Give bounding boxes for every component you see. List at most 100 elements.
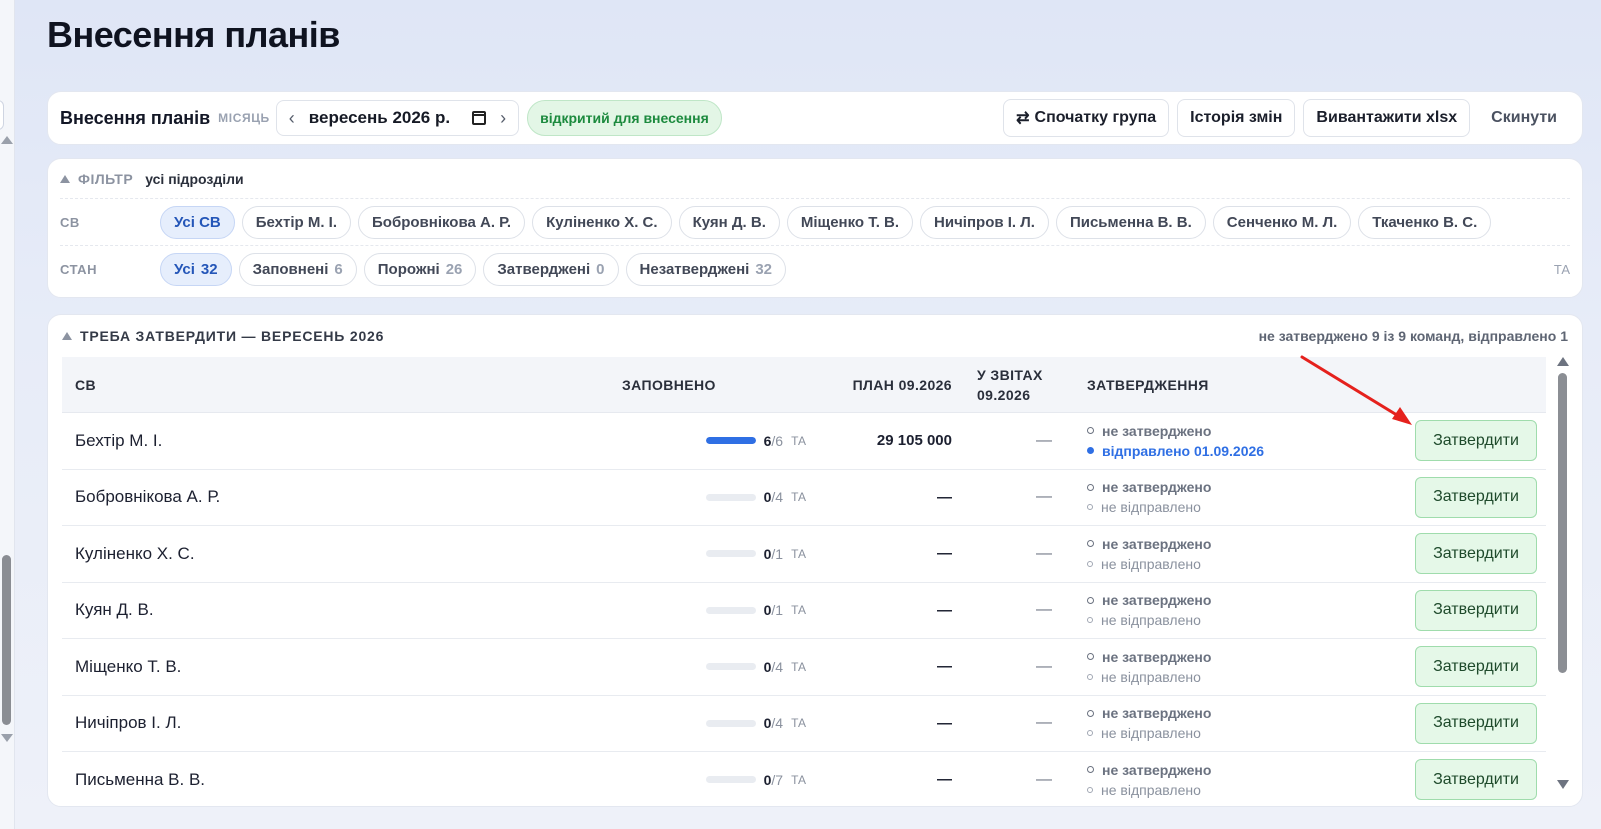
sv-chip[interactable]: Письменна В. В. bbox=[1055, 205, 1206, 239]
scroll-up-arrow-icon[interactable] bbox=[1, 136, 13, 144]
reset-button[interactable]: Скинути bbox=[1478, 99, 1570, 137]
sent-line: не відправлено bbox=[1087, 499, 1377, 515]
fill-total: /6 bbox=[771, 432, 784, 449]
action-cell: Затвердити bbox=[1377, 533, 1537, 575]
state-chip-approved[interactable]: Затверджені 0 bbox=[483, 253, 619, 286]
table-row[interactable]: Куліненко Х. С. 0/1 ТА — — не затверджен… bbox=[62, 526, 1546, 583]
action-cell: Затвердити bbox=[1377, 759, 1537, 801]
swap-icon: ⇄ bbox=[1016, 110, 1030, 127]
table-scrollbar[interactable] bbox=[1556, 357, 1570, 789]
approve-button[interactable]: Затвердити bbox=[1415, 476, 1537, 518]
ta-label: ТА bbox=[1553, 262, 1570, 277]
col-approval[interactable]: ЗАТВЕРДЖЕННЯ bbox=[1087, 375, 1377, 395]
sidebar-collapse-handle[interactable] bbox=[0, 100, 4, 130]
fill-total: /1 bbox=[771, 545, 784, 562]
fill-ta-label: ТА bbox=[791, 433, 806, 448]
left-sidebar-strip bbox=[0, 0, 15, 829]
month-picker[interactable]: ‹ вересень 2026 р. › bbox=[275, 100, 520, 136]
sv-chip[interactable]: Бехтір М. І. bbox=[241, 205, 352, 239]
chip-label: Усі bbox=[174, 261, 195, 278]
page-scrollbar-thumb[interactable] bbox=[2, 555, 11, 725]
page-title: Внесення планів bbox=[47, 14, 340, 55]
approve-button[interactable]: Затвердити bbox=[1415, 420, 1537, 462]
table-row[interactable]: Ничіпров І. Л. 0/4 ТА — — не затверджено… bbox=[62, 696, 1546, 752]
state-chip-all[interactable]: Усі 32 bbox=[160, 253, 232, 286]
prev-month-icon[interactable]: ‹ bbox=[285, 108, 299, 129]
chip-count: 0 bbox=[596, 261, 605, 278]
sv-chip[interactable]: Сенченко М. Л. bbox=[1212, 205, 1352, 239]
col-filled[interactable]: ЗАПОВНЕНО bbox=[622, 375, 812, 395]
toolbar-title: Внесення планів bbox=[60, 107, 211, 128]
sv-chip[interactable]: Бобровнікова А. Р. bbox=[358, 205, 526, 239]
filter-subtitle: усі підрозділи bbox=[145, 170, 244, 187]
approval-status: не затверджено не відправлено bbox=[1087, 592, 1377, 628]
approve-button[interactable]: Затвердити bbox=[1415, 589, 1537, 631]
sent-line: не відправлено bbox=[1087, 556, 1377, 572]
sv-chip[interactable]: Усі СВ bbox=[160, 205, 235, 239]
fill-progress-bar bbox=[705, 606, 756, 614]
table-row[interactable]: Куян Д. В. 0/1 ТА — — не затверджено не … bbox=[62, 583, 1546, 639]
sv-chip[interactable]: Куліненко Х. С. bbox=[532, 205, 672, 239]
calendar-icon[interactable] bbox=[472, 111, 487, 125]
table-row[interactable]: Міщенко Т. В. 0/4 ТА — — не затверджено … bbox=[62, 639, 1546, 696]
sv-chip[interactable]: Міщенко Т. В. bbox=[786, 205, 914, 239]
state-chip-unapproved[interactable]: Незатверджені 32 bbox=[625, 253, 787, 286]
plan-value: — bbox=[937, 545, 952, 563]
history-button[interactable]: Історія змін bbox=[1177, 99, 1296, 137]
fill-ta-label: ТА bbox=[791, 546, 806, 561]
approval-status: не затверджено відправлено 01.09.2026 bbox=[1087, 423, 1377, 459]
month-label: МІСЯЦЬ bbox=[218, 111, 270, 125]
reports-value: — bbox=[1036, 657, 1052, 675]
chip-label: Незатверджені bbox=[639, 261, 750, 278]
action-cell: Затвердити bbox=[1377, 702, 1537, 744]
col-reports[interactable]: У ЗВІТАХ 09.2026 bbox=[952, 365, 1087, 405]
fill-progress bbox=[705, 437, 756, 445]
sent-line: не відправлено bbox=[1087, 612, 1377, 628]
col-plan[interactable]: ПЛАН 09.2026 bbox=[812, 375, 952, 395]
state-chip-empty[interactable]: Порожні 26 bbox=[363, 253, 477, 286]
sent-text: відправлено 01.09.2026 bbox=[1102, 442, 1265, 459]
status-circle-icon bbox=[1087, 483, 1094, 491]
approvals-header[interactable]: ТРЕБА ЗАТВЕРДИТИ — ВЕРЕСЕНЬ 2026 не затв… bbox=[48, 315, 1582, 357]
approval-line: не затверджено bbox=[1087, 592, 1377, 608]
approval-text: не затверджено bbox=[1102, 535, 1212, 552]
scroll-up-arrow-icon[interactable] bbox=[1557, 357, 1569, 366]
action-cell: Затвердити bbox=[1377, 476, 1537, 518]
sv-name: Бобровнікова А. Р. bbox=[75, 487, 221, 507]
status-badge: відкритий для внесення bbox=[527, 100, 722, 136]
table-scrollbar-thumb[interactable] bbox=[1558, 373, 1567, 673]
col-sv[interactable]: СВ bbox=[62, 375, 622, 395]
export-xlsx-button[interactable]: Вивантажити xlsx bbox=[1303, 99, 1471, 137]
group-first-button[interactable]: ⇄ Спочатку група bbox=[1003, 99, 1170, 137]
collapse-triangle-icon[interactable] bbox=[62, 332, 72, 340]
fill-count: 0/1 bbox=[764, 546, 783, 562]
month-value[interactable]: вересень 2026 р. bbox=[309, 108, 450, 128]
filter-header[interactable]: ФІЛЬТР усі підрозділи bbox=[60, 159, 1570, 199]
reports-value: — bbox=[1036, 714, 1052, 732]
sv-chip[interactable]: Куян Д. В. bbox=[678, 205, 780, 239]
approve-button[interactable]: Затвердити bbox=[1415, 759, 1537, 801]
table-row[interactable]: Письменна В. В. 0/7 ТА — — не затверджен… bbox=[62, 752, 1546, 806]
state-chip-filled[interactable]: Заповнені 6 bbox=[238, 253, 357, 286]
approve-button[interactable]: Затвердити bbox=[1415, 646, 1537, 688]
sv-chip[interactable]: Ткаченко В. С. bbox=[1358, 205, 1492, 239]
fill-cell: 0/4 ТА bbox=[622, 489, 812, 505]
fill-ta-label: ТА bbox=[791, 772, 806, 787]
table-row[interactable]: Бобровнікова А. Р. 0/4 ТА — — не затверд… bbox=[62, 470, 1546, 526]
approve-button[interactable]: Затвердити bbox=[1415, 702, 1537, 744]
next-month-icon[interactable]: › bbox=[496, 108, 510, 129]
fill-count: 6/6 bbox=[764, 433, 783, 449]
sent-text: не відправлено bbox=[1101, 612, 1201, 629]
scroll-down-arrow-icon[interactable] bbox=[1557, 780, 1569, 789]
chip-count: 32 bbox=[755, 261, 773, 278]
approve-button[interactable]: Затвердити bbox=[1415, 533, 1537, 575]
fill-cell: 0/1 ТА bbox=[622, 546, 812, 562]
table-row[interactable]: Бехтір М. І. 6/6 ТА 29 105 000 — не затв… bbox=[62, 413, 1546, 470]
collapse-triangle-icon[interactable] bbox=[60, 174, 70, 183]
plan-value: — bbox=[937, 771, 952, 789]
fill-cell: 0/1 ТА bbox=[622, 602, 812, 618]
sent-line: не відправлено bbox=[1087, 782, 1377, 798]
scroll-down-arrow-icon[interactable] bbox=[1, 734, 13, 742]
sent-text: не відправлено bbox=[1101, 668, 1201, 685]
sv-chip[interactable]: Ничіпров І. Л. bbox=[920, 205, 1049, 239]
